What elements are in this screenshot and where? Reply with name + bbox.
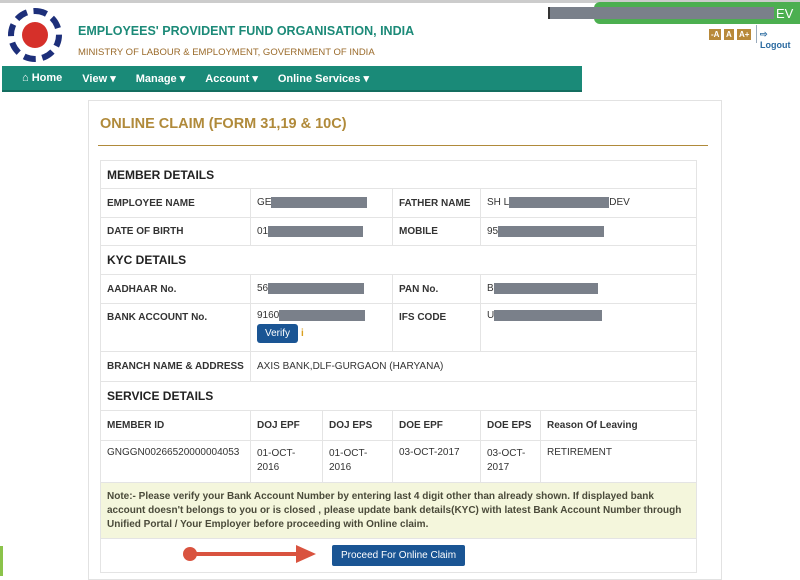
col-doj-eps: DOJ EPS (322, 410, 393, 441)
logout-icon: ⇨ (760, 29, 768, 39)
pan-label: PAN No. (392, 274, 481, 304)
bank-account-label: BANK ACCOUNT No. (100, 303, 251, 352)
doe-eps-value: 03-OCT-2017 (480, 440, 541, 483)
nav-manage[interactable]: Manage ▾ (136, 72, 186, 85)
aadhaar-label: AADHAAR No. (100, 274, 251, 304)
kyc-details-heading: KYC DETAILS (100, 245, 697, 275)
col-member-id: MEMBER ID (100, 410, 251, 441)
reason-value: RETIREMENT (540, 440, 697, 483)
member-id-value: GNGGN00266520000004053 (100, 440, 251, 483)
pan-value: B (480, 274, 697, 304)
col-reason: Reason Of Leaving (540, 410, 697, 441)
service-header-row: MEMBER ID DOJ EPF DOJ EPS DOE EPF DOE EPS Rea… (100, 410, 697, 441)
nav-home[interactable]: ⌂ Home (22, 72, 62, 84)
nav-account[interactable]: Account ▾ (205, 72, 258, 85)
username-suffix: EV (776, 6, 794, 21)
father-name-value: SH L DEV (480, 188, 697, 218)
redacted-username (548, 7, 774, 19)
bank-account-value: 9160 Verify i (250, 303, 393, 352)
doe-epf-value: 03-OCT-2017 (392, 440, 481, 483)
dob-value: 01 (250, 217, 393, 246)
service-details-heading: SERVICE DETAILS (100, 381, 697, 411)
red-arrow-annotation (183, 545, 316, 563)
nav-view[interactable]: View ▾ (82, 72, 115, 85)
doj-eps-value: 01-OCT-2016 (322, 440, 393, 483)
ifs-value: U (480, 303, 697, 352)
col-doe-epf: DOE EPF (392, 410, 481, 441)
info-icon[interactable]: i (301, 328, 304, 339)
doj-epf-value: 01-OCT-2016 (250, 440, 323, 483)
nav-online-services[interactable]: Online Services ▾ (278, 72, 369, 85)
branch-value: AXIS BANK,DLF-GURGAON (HARYANA) (250, 351, 697, 382)
proceed-online-claim-button[interactable]: Proceed For Online Claim (332, 545, 466, 566)
logout-link[interactable]: ⇨ Logout (760, 29, 800, 50)
member-details-heading: MEMBER DETAILS (100, 160, 697, 189)
bank-note: Note:- Please verify your Bank Account N… (100, 482, 697, 539)
claim-table: MEMBER DETAILS EMPLOYEE NAME GE FATHER NAM… (100, 160, 697, 573)
font-increase-button[interactable]: A+ (737, 29, 752, 40)
col-doj-epf: DOJ EPF (250, 410, 323, 441)
table-row: GNGGN00266520000004053 01-OCT-2016 01-OCT-… (100, 440, 697, 483)
title-underline (98, 145, 708, 146)
verify-button[interactable]: Verify (257, 324, 299, 344)
home-icon: ⌂ (22, 72, 32, 84)
divider (756, 25, 757, 43)
nav-home-label: Home (31, 72, 63, 84)
branch-label: BRANCH NAME & ADDRESS (100, 351, 251, 382)
org-name: EMPLOYEES' PROVIDENT FUND ORGANISATION, … (78, 24, 415, 38)
font-normal-button[interactable]: A (724, 29, 734, 40)
employee-name-value: GE (250, 188, 393, 218)
font-decrease-button[interactable]: -A (709, 29, 722, 40)
aadhaar-value: 56 (250, 274, 393, 304)
page-title: ONLINE CLAIM (FORM 31,19 & 10C) (100, 116, 347, 132)
ifs-label: IFS CODE (392, 303, 481, 352)
mobile-label: MOBILE (392, 217, 481, 246)
logout-label: Logout (760, 40, 791, 50)
employee-name-label: EMPLOYEE NAME (100, 188, 251, 218)
side-accent (0, 546, 3, 576)
main-nav: ⌂ Home View ▾ Manage ▾ Account ▾ Online … (2, 66, 582, 92)
epfo-logo (8, 8, 62, 62)
father-name-label: FATHER NAME (392, 188, 481, 218)
col-doe-eps: DOE EPS (480, 410, 541, 441)
ministry-name: MINISTRY OF LABOUR & EMPLOYMENT, GOVERNM… (78, 47, 375, 58)
mobile-value: 95 (480, 217, 697, 246)
dob-label: DATE OF BIRTH (100, 217, 251, 246)
